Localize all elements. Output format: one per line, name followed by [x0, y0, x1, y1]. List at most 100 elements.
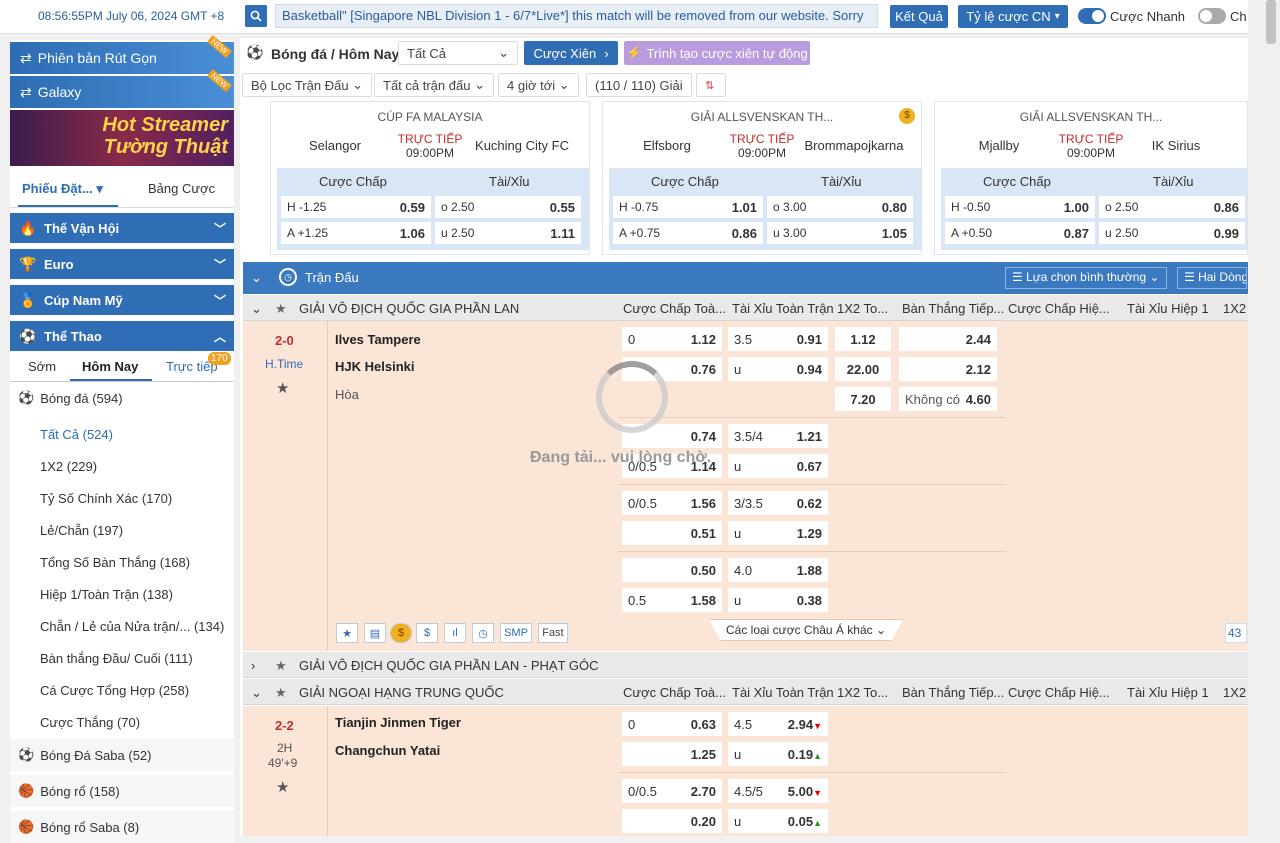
league-header[interactable]: ⌄ ★ GIẢI NGOẠI HẠNG TRUNG QUỐC Cược Chấp… [243, 679, 1248, 705]
league-filter[interactable]: (110 / 110) Giải [586, 73, 692, 97]
odds-cell[interactable]: 0.50 [622, 558, 722, 582]
all-matches-filter[interactable]: Tất cả trận đấu ⌄ [374, 73, 494, 97]
favorite-star-icon[interactable]: ★ [276, 379, 289, 397]
sub-item-odd-even[interactable]: Lẻ/Chẵn (197) [40, 523, 123, 538]
odds-cell[interactable]: A +1.25 1.06 [281, 222, 431, 244]
page-scrollbar[interactable] [1262, 0, 1280, 836]
view-mode-select[interactable]: ☰ Lựa chọn bình thường ⌄ [1005, 267, 1167, 289]
parlay-button[interactable]: Cược Xiên › [524, 41, 618, 65]
odds-cell[interactable]: 7.20 [835, 387, 891, 411]
odds-cell[interactable]: u 0.94 [728, 357, 828, 381]
away-team[interactable]: HJK Helsinki [335, 359, 414, 374]
sub-item-mix-parlay[interactable]: Cá Cược Tổng Hợp (258) [40, 683, 189, 698]
results-button[interactable]: Kết Quả [890, 5, 948, 28]
sub-item-all[interactable]: Tất Cả (524) [40, 427, 113, 442]
odds-cell[interactable]: 0/0.5 2.70 [622, 779, 722, 803]
odds-cell[interactable]: u 3.00 1.05 [767, 222, 913, 244]
sub-item-total-goals[interactable]: Tổng Số Bàn Thắng (168) [40, 555, 190, 570]
match-filter-button[interactable]: Bộ Lọc Trận Đấu ⌄ [242, 73, 373, 97]
home-team[interactable]: Ilves Tampere [335, 332, 421, 347]
odds-cell[interactable]: H -0.75 1.01 [613, 196, 763, 218]
odds-cell[interactable]: u 0.38 [728, 588, 828, 612]
other-toggle[interactable] [1198, 8, 1226, 24]
odds-cell[interactable]: o 2.50 0.55 [435, 196, 581, 218]
away-team[interactable]: Changchun Yatai [335, 743, 440, 758]
odds-cell[interactable]: 0.5 1.58 [622, 588, 722, 612]
sport-saba-football[interactable]: ⚽ Bóng Đá Saba (52) [10, 739, 234, 771]
odds-cell[interactable]: u 2.50 0.99 [1099, 222, 1245, 244]
subtab-today[interactable]: Hôm Nay [82, 359, 138, 374]
favorite-star-icon[interactable]: ★ [275, 685, 287, 701]
odds-cell[interactable]: o 2.50 0.86 [1099, 196, 1245, 218]
bar-chart-icon[interactable]: ıl [444, 623, 466, 643]
odds-cell[interactable]: 0.51 [622, 521, 722, 545]
odds-cell[interactable]: 3.5/4 1.21 [728, 424, 828, 448]
chevron-down-icon[interactable]: ⌄ [251, 685, 262, 701]
odds-cell[interactable]: 4.5 2.94▼ [728, 712, 828, 736]
odds-cell[interactable]: H -1.25 0.59 [281, 196, 431, 218]
smp-button[interactable]: SMP [500, 623, 532, 643]
galaxy-banner[interactable]: ⇄ Galaxy NEW [10, 69, 234, 108]
scrollbar-thumb[interactable] [1266, 0, 1276, 44]
odds-cell[interactable]: A +0.75 0.86 [613, 222, 763, 244]
featured-match-card[interactable]: CÚP FA MALAYSIA Selangor TRỰC TIẾP 09:00… [270, 101, 590, 255]
favorite-star-icon[interactable]: ★ [276, 778, 289, 796]
odds-cell[interactable]: 2.12 [899, 357, 997, 381]
hot-streamer-banner[interactable]: Hot Streamer Tường Thuật [10, 110, 234, 166]
odds-cell[interactable]: 3.5 0.91 [728, 327, 828, 351]
time-filter[interactable]: 4 giờ tới ⌄ [498, 73, 579, 97]
sport-basketball[interactable]: 🏀 Bóng rổ (158) [10, 775, 234, 807]
cat-euro[interactable]: 🏆 Euro ﹀ [10, 249, 234, 279]
chevron-right-icon[interactable]: › [251, 658, 255, 673]
history-icon[interactable]: ◷ [472, 623, 494, 643]
odds-cell[interactable]: 0/0.5 1.56 [622, 491, 722, 515]
odds-cell[interactable]: o 3.00 0.80 [767, 196, 913, 218]
favorite-star-icon[interactable]: ★ [336, 623, 358, 643]
sport-football[interactable]: ⚽ Bóng đá (594) [10, 382, 234, 414]
sub-item-half-odd-even[interactable]: Chẵn / Lẻ của Nửa trận/... (134) [40, 619, 224, 634]
sort-icon[interactable]: ⇅ [696, 73, 726, 97]
quick-bet-toggle[interactable] [1078, 8, 1106, 24]
league-header[interactable]: ⌄ ★ GIẢI VÔ ĐỊCH QUỐC GIA PHẦN LAN Cược … [243, 295, 1248, 321]
odds-cell[interactable]: u 0.67 [728, 454, 828, 478]
odds-cell[interactable]: 0 0.63 [622, 712, 722, 736]
sub-item-first-last-goal[interactable]: Bàn thắng Đầu/ Cuối (111) [40, 651, 193, 666]
more-markets-count[interactable]: 43 [1225, 623, 1247, 643]
cat-olympics[interactable]: 🔥 Thế Vận Hội ﹀ [10, 213, 234, 243]
odds-cell[interactable]: 22.00 [835, 357, 891, 381]
odds-cell[interactable]: 1.25 [622, 742, 722, 766]
odds-cell[interactable]: u 0.05▲ [728, 809, 828, 833]
odds-cell[interactable]: 4.0 1.88 [728, 558, 828, 582]
home-team[interactable]: Tianjin Jinmen Tiger [335, 715, 461, 730]
odds-cell[interactable]: 2.44 [899, 327, 997, 351]
league-header[interactable]: › ★ GIẢI VÔ ĐỊCH QUỐC GIA PHẦN LAN - PHẠ… [243, 652, 1248, 678]
sub-item-ht-ft[interactable]: Hiệp 1/Toàn Trận (138) [40, 587, 173, 602]
odds-cell[interactable]: H -0.50 1.00 [945, 196, 1095, 218]
fast-button[interactable]: Fast [538, 623, 568, 643]
subtab-early[interactable]: Sớm [28, 359, 56, 374]
cat-sports[interactable]: ⚽ Thể Thao ︿ [10, 321, 234, 351]
odds-cell[interactable]: 0.20 [622, 809, 722, 833]
odds-cell[interactable]: u 2.50 1.11 [435, 222, 581, 244]
odds-cell[interactable]: u 1.29 [728, 521, 828, 545]
dollar-icon[interactable]: $ [416, 623, 438, 643]
tab-betslip[interactable]: Phiếu Đặt... ▾ [22, 181, 103, 197]
sub-item-1x2[interactable]: 1X2 (229) [40, 459, 97, 474]
odds-type-select[interactable]: Tỷ lệ cược CN ▾ [958, 5, 1068, 28]
featured-match-card[interactable]: GIẢI ALLSVENSKAN TH... $ Elfsborg TRỰC T… [602, 101, 922, 255]
lite-version-banner[interactable]: ⇄ Phiên bản Rút Gọn NEW [10, 35, 234, 74]
featured-match-card[interactable]: GIẢI ALLSVENSKAN TH... Mjallby TRỰC TIẾP… [934, 101, 1248, 255]
more-asian-bets-toggle[interactable]: Các loại cược Châu Á khác ⌄ [709, 619, 903, 641]
odds-cell[interactable]: 3/3.5 0.62 [728, 491, 828, 515]
cashout-coin-icon[interactable]: $ [390, 623, 412, 643]
stats-table-icon[interactable]: ▤ [364, 623, 386, 643]
sub-item-outright[interactable]: Cược Thắng (70) [40, 715, 140, 730]
cat-copa-america[interactable]: 🏅 Cúp Nam Mỹ ﹀ [10, 285, 234, 315]
odds-cell[interactable]: 1.12 [835, 327, 891, 351]
sport-saba-basketball[interactable]: 🏀 Bóng rổ Saba (8) [10, 811, 234, 843]
favorite-star-icon[interactable]: ★ [275, 658, 287, 674]
collapse-icon[interactable]: ⌄ [251, 270, 262, 286]
odds-cell[interactable]: 0 1.12 [622, 327, 722, 351]
odds-cell[interactable]: u 0.19▲ [728, 742, 828, 766]
market-select[interactable]: Tất Cả ⌄ [398, 41, 518, 65]
